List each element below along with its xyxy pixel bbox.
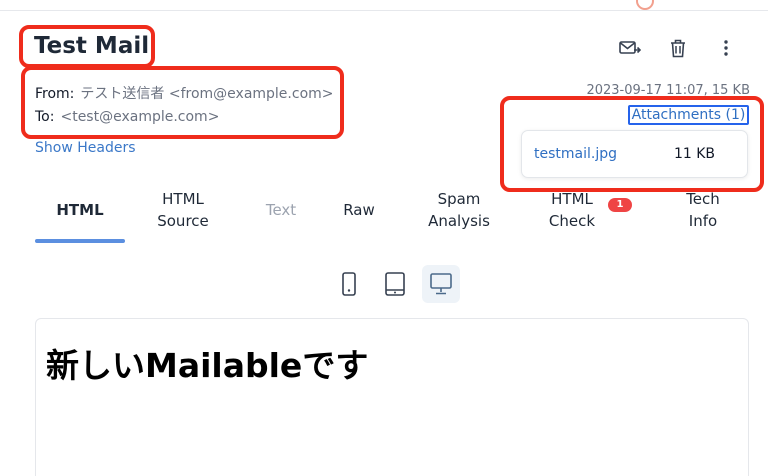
- device-preview-switcher: [330, 265, 460, 303]
- tab-raw[interactable]: Raw: [330, 176, 388, 244]
- tab-html[interactable]: HTML: [35, 176, 125, 244]
- delete-button[interactable]: [666, 36, 690, 60]
- tab-spam-analysis[interactable]: Spam Analysis: [418, 176, 500, 244]
- tab-label: HTML: [551, 190, 593, 208]
- tab-label: Raw: [343, 201, 375, 219]
- tab-label-line2: Analysis: [428, 212, 490, 230]
- top-divider: [0, 10, 768, 11]
- tab-label-line2: Check: [548, 212, 596, 230]
- device-tablet-button[interactable]: [376, 265, 414, 303]
- tab-text[interactable]: Text: [250, 176, 312, 244]
- forward-mail-icon: [619, 41, 641, 54]
- trash-icon: [671, 39, 685, 58]
- more-options-button[interactable]: [714, 36, 738, 60]
- html-preview-frame[interactable]: 新しいMailableです: [35, 318, 749, 476]
- forward-mail-button[interactable]: [618, 36, 642, 60]
- avatar[interactable]: [636, 0, 654, 10]
- tab-tech-info[interactable]: Tech Info: [668, 176, 738, 244]
- phone-icon: [342, 272, 356, 296]
- tab-html-source[interactable]: HTML Source: [143, 176, 223, 244]
- tab-label: Spam: [437, 190, 481, 208]
- desktop-icon: [430, 273, 452, 295]
- tab-label: Text: [265, 201, 297, 219]
- more-vertical-icon: [724, 40, 728, 56]
- highlight-meta-box: [21, 66, 344, 139]
- tab-label: HTML: [56, 201, 104, 219]
- tab-label-line2: Info: [688, 212, 718, 230]
- active-tab-indicator: [35, 239, 125, 243]
- view-tabs: HTML HTML Source Text Raw Spam Analysis …: [0, 176, 768, 244]
- tab-label-line2: Source: [157, 212, 209, 230]
- device-desktop-button[interactable]: [422, 265, 460, 303]
- tab-html-check[interactable]: HTML Check: [536, 176, 608, 244]
- tab-label: HTML: [162, 190, 204, 208]
- message-actions: [618, 36, 738, 60]
- preview-body-text: 新しいMailableです: [46, 346, 369, 385]
- tablet-icon: [385, 272, 405, 296]
- highlight-subject-box: [19, 25, 155, 68]
- device-phone-button[interactable]: [330, 265, 368, 303]
- html-check-badge: 1: [608, 198, 632, 212]
- show-headers-link[interactable]: Show Headers: [35, 140, 136, 156]
- tab-label: Tech: [686, 190, 720, 208]
